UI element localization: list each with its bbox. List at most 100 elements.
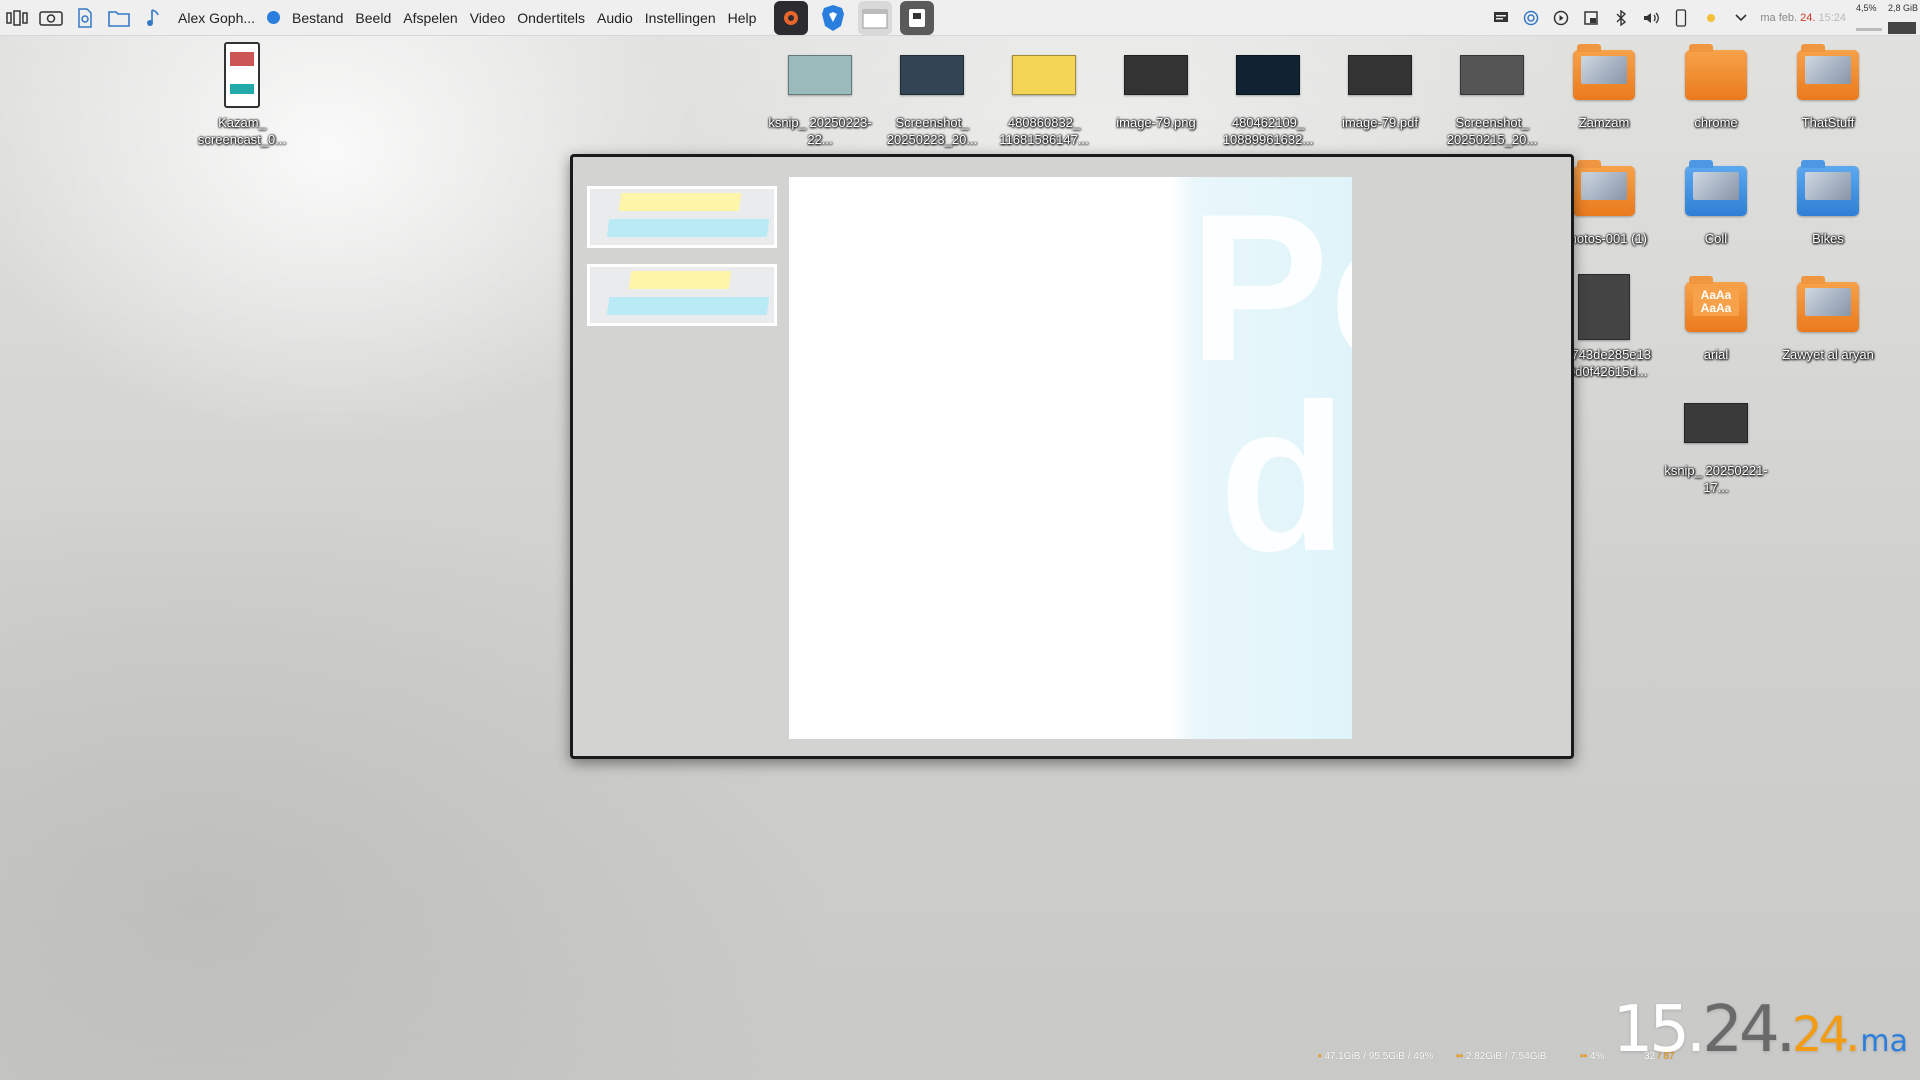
desktop-icon[interactable]: ThatStuff (1774, 40, 1882, 131)
tray-time: 15:24 (1818, 12, 1846, 24)
clock-second: 24. (1792, 1007, 1860, 1063)
tray-date[interactable]: ma feb. 24. 15:24 (1760, 12, 1846, 24)
cpu-bar (1856, 28, 1882, 31)
cpu-icon: ▪▪ (1580, 1051, 1590, 1062)
volume-icon[interactable] (1636, 0, 1666, 36)
image-thumbnail-icon (1569, 272, 1639, 342)
desktop-icon[interactable]: Zamzam (1550, 40, 1658, 131)
desktop-icon[interactable]: ksnip_ 20250221-17... (1662, 388, 1770, 496)
slide-title-banner (628, 271, 732, 289)
menu-afspelen[interactable]: Afspelen (397, 10, 463, 26)
weather-icon[interactable] (1696, 0, 1726, 36)
image-thumbnail-icon (1009, 40, 1079, 110)
desktop-icon-label: ThatStuff (1801, 115, 1855, 130)
menu-video[interactable]: Video (464, 10, 512, 26)
disk-usage-value: 47.1GiB / 95.5GiB / 49% (1324, 1051, 1434, 1062)
font-folder-icon: AaAa AaAa (1681, 272, 1751, 342)
folder-icon (1681, 156, 1751, 226)
desktop-icon[interactable]: ksnip_ 20250223-22... (766, 40, 874, 148)
image-thumbnail-icon (897, 40, 967, 110)
desktop-icon-label: 480462109_ 10889961632... (1222, 115, 1314, 147)
folder-icon (1569, 156, 1639, 226)
folder-icon (1569, 40, 1639, 110)
window-switch-icon[interactable] (0, 0, 34, 36)
image-thumbnail-icon (1681, 388, 1751, 458)
image-thumbnail-icon (1121, 40, 1191, 110)
desktop-icon-label: Kazam_ screencast_0... (197, 115, 287, 147)
desktop-icon[interactable]: Zawyet al aryan (1774, 272, 1882, 363)
file-manager-icon[interactable] (858, 0, 893, 35)
clock-day: ma (1860, 1024, 1908, 1059)
desktop-icon[interactable]: 480462109_ 10889961632... (1214, 40, 1322, 148)
folder-icon (1793, 156, 1863, 226)
menu-ondertitels[interactable]: Ondertitels (511, 10, 591, 26)
notes-icon[interactable] (1486, 0, 1516, 36)
desktop-icon[interactable]: 480860832_ 11681586147... (990, 40, 1098, 148)
desktop-icon[interactable]: image-79.pdf (1326, 40, 1434, 131)
folder-icon[interactable] (102, 0, 136, 36)
desktop-icon[interactable]: Kazam_ screencast_0... (188, 40, 296, 148)
resource-monitor-widget[interactable]: 4,5% 2,8 GiB (1850, 0, 1920, 36)
folder-icon (1793, 40, 1863, 110)
desktop-icon-label: Coll (1704, 231, 1728, 246)
menu-beeld[interactable]: Beeld (349, 10, 397, 26)
document-viewer-icon[interactable] (68, 0, 102, 36)
camera-app-icon[interactable] (774, 0, 809, 35)
desktop-clock-widget: 15.24.24. ma (1612, 995, 1908, 1077)
clock-hour: 15. (1612, 993, 1706, 1067)
memory-bar (1888, 22, 1916, 34)
desktop-icon-label: Bikes (1812, 231, 1844, 246)
faded-letter-shape: du (1219, 360, 1352, 595)
image-thumbnail-icon (785, 40, 855, 110)
desktop-icon-label: Zamzam (1578, 115, 1630, 130)
vlc-app-indicator-icon (267, 11, 281, 24)
brave-browser-icon[interactable] (816, 1, 850, 35)
slide-title-banner (618, 193, 742, 211)
screenshot-icon[interactable] (34, 0, 68, 36)
slide-thumbnail-1[interactable] (587, 186, 777, 248)
play-icon[interactable] (1546, 0, 1576, 36)
menu-help[interactable]: Help (722, 10, 763, 26)
tray-date-day: 24. (1800, 12, 1816, 24)
menu-instellingen[interactable]: Instellingen (639, 10, 722, 26)
menu-audio[interactable]: Audio (591, 10, 639, 26)
desktop-icon-label: ksnip_ 20250223-22... (768, 115, 872, 147)
display-icon[interactable] (1576, 0, 1606, 36)
desktop-icon[interactable]: Screenshot_ 20250223_20... (878, 40, 986, 148)
slide-subtitle-banner (606, 297, 770, 315)
music-note-icon[interactable] (136, 0, 170, 36)
active-app-name[interactable]: Alex Goph... (178, 10, 255, 26)
phone-icon[interactable] (1666, 0, 1696, 36)
desktop-icon[interactable]: image-79.png (1102, 40, 1210, 131)
desktop-icon[interactable]: AaAa AaAa arial (1662, 272, 1770, 363)
desktop-icon-label: Screenshot_ 20250215_20... (1446, 115, 1538, 147)
image-thumbnail-icon (1457, 40, 1527, 110)
ram-icon: ▪▪ (1456, 1051, 1466, 1062)
bluetooth-icon[interactable] (1606, 0, 1636, 36)
desktop-icon-label: image-79.png (1116, 115, 1196, 130)
desktop-icon[interactable]: chrome (1662, 40, 1770, 131)
desktop-icon-label: image-79.pdf (1342, 115, 1418, 130)
desktop-icon[interactable]: Bikes (1774, 156, 1882, 247)
system-tray: ma feb. 24. 15:24 4,5% 2,8 GiB (1486, 0, 1920, 36)
pdf-thumbnail-icon (1345, 40, 1415, 110)
desktop-icon[interactable]: Coll (1662, 156, 1770, 247)
top-panel: Alex Goph... Bestand Beeld Afspelen Vide… (0, 0, 1920, 36)
image-thumbnail-icon (1233, 40, 1303, 110)
menu-bestand[interactable]: Bestand (286, 10, 349, 26)
slide-thumbnail-2[interactable] (587, 264, 777, 326)
amazon-app-icon[interactable] (900, 0, 935, 35)
disk-usage-readout: ▪ 47.1GiB / 95.5GiB / 49% (1318, 1051, 1433, 1062)
desktop-icon[interactable]: Screenshot_ 20250215_20... (1438, 40, 1546, 148)
cpu-usage-value: 4% (1589, 1051, 1605, 1062)
phone-screenshot-icon (207, 40, 277, 110)
slide-preview-canvas[interactable]: Pc du (789, 177, 1352, 739)
folder-icon (1681, 40, 1751, 110)
cpu-usage: 4,5% (1856, 3, 1877, 13)
desktop-icon-label: arial (1703, 347, 1729, 362)
memory-usage: 2,8 GiB (1888, 3, 1919, 13)
desktop-icon-label: Zawyet al aryan (1782, 347, 1874, 362)
circle-target-icon[interactable] (1516, 0, 1546, 36)
chevron-down-icon[interactable] (1726, 0, 1756, 36)
presentation-preview-window[interactable]: Pc du (570, 154, 1574, 759)
